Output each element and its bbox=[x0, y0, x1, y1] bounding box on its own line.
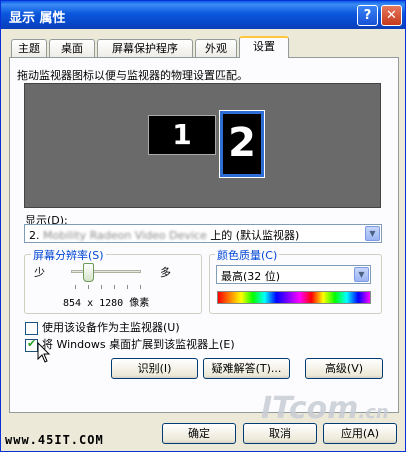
resolution-slider-track[interactable] bbox=[71, 270, 141, 273]
watermark-logo-text: ITcom bbox=[261, 391, 359, 426]
display-value-prefix: 2. bbox=[29, 229, 43, 242]
tab-settings[interactable]: 设置 bbox=[239, 36, 289, 58]
color-quality-group bbox=[209, 254, 382, 314]
primary-monitor-label: 使用该设备作为主监视器(U) bbox=[42, 321, 180, 334]
slider-tick bbox=[101, 285, 102, 289]
primary-monitor-checkbox-row[interactable]: 使用该设备作为主监视器(U) bbox=[25, 319, 180, 335]
watermark-logo-sub: .cn bbox=[358, 402, 389, 423]
display-value-suffix: 上的 (默认监视器) bbox=[206, 229, 300, 242]
ok-button[interactable]: 确定 bbox=[162, 423, 236, 444]
window-title: 显示 属性 bbox=[9, 11, 66, 26]
apply-button[interactable]: 应用(A) bbox=[323, 423, 397, 444]
resolution-slider-thumb[interactable] bbox=[83, 263, 94, 282]
color-quality-group-title: 颜色质量(C) bbox=[215, 247, 280, 263]
display-adapter-name-blurred: Mobility Radeon Video Device bbox=[43, 229, 207, 242]
help-button[interactable]: ? bbox=[357, 5, 378, 26]
advanced-button[interactable]: 高级(V) bbox=[305, 358, 383, 379]
resolution-more-label: 多 bbox=[160, 266, 171, 279]
display-value: 2. Mobility Radeon Video Device 上的 (默认监视… bbox=[29, 227, 299, 243]
monitor-1-icon[interactable]: 1 bbox=[148, 115, 216, 155]
tab-appearance[interactable]: 外观 bbox=[195, 39, 237, 58]
slider-tick bbox=[75, 285, 76, 289]
troubleshoot-button[interactable]: 疑难解答(T)... bbox=[203, 358, 290, 379]
close-button[interactable]: ✕ bbox=[381, 5, 402, 26]
chevron-down-icon[interactable]: ▼ bbox=[354, 267, 369, 282]
resolution-less-label: 少 bbox=[34, 266, 45, 279]
extend-desktop-label: 将 Windows 桌面扩展到该监视器上(E) bbox=[42, 338, 235, 351]
tab-screensaver[interactable]: 屏幕保护程序 bbox=[97, 39, 193, 58]
resolution-value: 854 x 1280 像素 bbox=[63, 298, 150, 309]
tab-themes[interactable]: 主题 bbox=[11, 39, 47, 58]
itcom-watermark-logo: ITcom.cn bbox=[261, 391, 389, 426]
display-dropdown[interactable]: 2. Mobility Radeon Video Device 上的 (默认监视… bbox=[24, 224, 382, 243]
slider-tick bbox=[88, 285, 89, 289]
cancel-button[interactable]: 取消 bbox=[243, 423, 317, 444]
site-watermark: www.45IT.COM bbox=[5, 433, 104, 447]
identify-button[interactable]: 识别(I) bbox=[111, 358, 198, 379]
title-bar[interactable]: 显示 属性 ? ✕ bbox=[1, 1, 405, 29]
resolution-group-title: 屏幕分辨率(S) bbox=[31, 247, 106, 263]
slider-tick bbox=[127, 285, 128, 289]
color-quality-dropdown[interactable]: 最高(32 位) ▼ bbox=[216, 265, 371, 284]
chevron-down-icon[interactable]: ▼ bbox=[365, 226, 380, 241]
tab-strip: 主题 桌面 屏幕保护程序 外观 设置 bbox=[9, 36, 399, 58]
slider-tick bbox=[140, 285, 141, 289]
primary-monitor-checkbox[interactable] bbox=[25, 321, 38, 335]
extend-desktop-checkbox-row[interactable]: 将 Windows 桌面扩展到该监视器上(E) bbox=[25, 336, 235, 352]
monitor-2-icon[interactable]: 2 bbox=[219, 110, 265, 178]
display-properties-window: 显示 属性 ? ✕ 主题 桌面 屏幕保护程序 外观 设置 拖动监视器图标以便与监… bbox=[0, 0, 406, 452]
tab-desktop[interactable]: 桌面 bbox=[49, 39, 95, 58]
color-spectrum-bar bbox=[217, 291, 371, 304]
monitor-arrangement-area[interactable]: 1 2 bbox=[24, 83, 381, 208]
slider-tick bbox=[114, 285, 115, 289]
color-quality-value: 最高(32 位) bbox=[221, 270, 281, 283]
instruction-text: 拖动监视器图标以便与监视器的物理设置匹配。 bbox=[17, 69, 248, 82]
